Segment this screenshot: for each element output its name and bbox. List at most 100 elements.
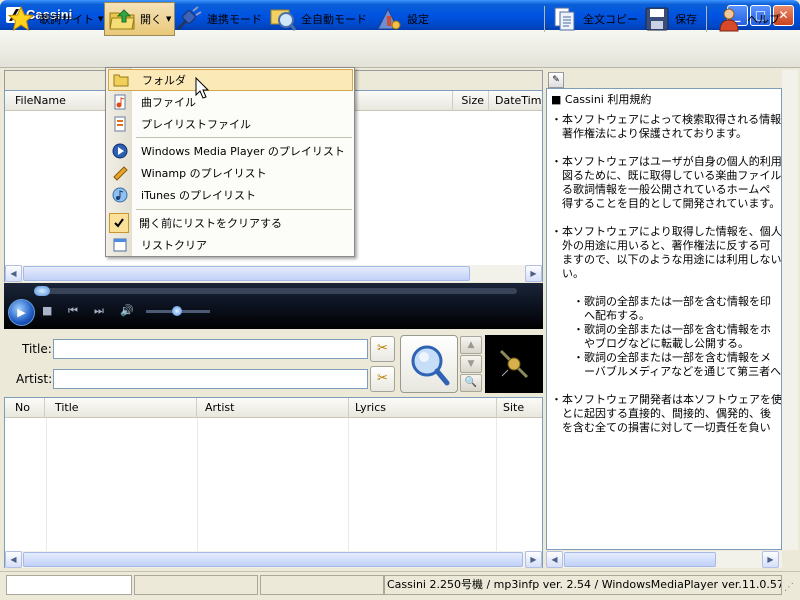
- status-progress: [6, 575, 132, 595]
- checkmark-icon: [109, 213, 129, 233]
- terms-line: [551, 281, 777, 295]
- scroll-left-button[interactable]: ◀: [546, 551, 563, 568]
- volume-slider[interactable]: [146, 306, 210, 316]
- column-divider: [197, 418, 198, 552]
- pin-icon: ✎: [552, 75, 560, 85]
- prev-search-button[interactable]: ▲: [460, 336, 482, 354]
- pin-button[interactable]: ✎: [548, 72, 564, 88]
- toolbar-separator: [706, 6, 707, 32]
- toolbar-separator: [544, 6, 545, 32]
- menu-item-clear-list[interactable]: リストクリア: [108, 234, 353, 256]
- terms-hscrollbar[interactable]: ◀ ▶: [546, 551, 782, 568]
- resize-grip-icon[interactable]: ⋰: [784, 582, 794, 593]
- seek-bar[interactable]: [34, 286, 517, 296]
- terms-line: を含む全ての損害に対して一切責任を負い: [551, 421, 771, 434]
- save-label: 保存: [675, 13, 697, 26]
- terms-line: ・本ソフトウェアはユーザが自身の個人的利用: [551, 155, 782, 168]
- scroll-left-button[interactable]: ◀: [5, 265, 22, 282]
- menu-separator: [136, 209, 352, 210]
- menu-item-label: リストクリア: [141, 239, 207, 252]
- scroll-right-button[interactable]: ▶: [762, 551, 779, 568]
- clear-list-icon: [109, 235, 131, 255]
- save-button[interactable]: 保存: [640, 2, 700, 36]
- scissors-icon: ✂: [377, 341, 388, 356]
- auto-mode-button[interactable]: 全自動モード: [266, 2, 370, 36]
- scrollbar-thumb[interactable]: [564, 552, 716, 567]
- terms-line: 著作権法により保護されております。: [551, 127, 748, 140]
- arrow-left-icon: ◀: [551, 555, 558, 564]
- plug-icon: [175, 5, 203, 33]
- terms-line: ・歌詞の全部または一部を含む情報を印: [551, 295, 771, 308]
- scrollbar-thumb[interactable]: [23, 552, 523, 567]
- column-header-site[interactable]: Site: [497, 398, 543, 418]
- column-header-title[interactable]: Title: [49, 398, 197, 418]
- menu-item-clear-before-open[interactable]: 開く前にリストをクリアする: [108, 212, 353, 234]
- open-dropdown-menu: フォルダ 曲ファイル プレイリストファイル Windows Media Play…: [105, 67, 355, 257]
- menu-item-wmp-playlist[interactable]: Windows Media Player のプレイリスト: [108, 140, 353, 162]
- terms-line: とに起因する直接的、間接的、偶発的、後: [551, 407, 771, 420]
- terms-vscrollbar[interactable]: [782, 70, 798, 550]
- menu-item-itunes-playlist[interactable]: iTunes のプレイリスト: [108, 184, 353, 206]
- menu-item-playlist-file[interactable]: プレイリストファイル: [108, 113, 353, 135]
- mouse-cursor-icon: [195, 76, 210, 99]
- stop-icon: ■: [42, 304, 53, 317]
- menu-item-song-file[interactable]: 曲ファイル: [108, 91, 353, 113]
- up-arrow-icon: ▲: [467, 340, 475, 350]
- terms-line: ますので、以下のような用途には利用しない: [551, 253, 782, 266]
- open-folder-icon: [108, 5, 136, 33]
- help-button[interactable]: ヘルプ: [712, 2, 783, 36]
- terms-toolbar: ✎: [546, 70, 784, 90]
- track-list[interactable]: No Title Artist Lyrics Site ◀ ▶: [4, 397, 543, 568]
- terms-text-area[interactable]: ■ Cassini 利用規約 ・本ソフトウェアによって検索取得される情報( 著作…: [546, 88, 782, 550]
- artist-label: Artist:: [16, 372, 53, 386]
- previous-button[interactable]: ⏮: [68, 304, 78, 318]
- menu-item-folder[interactable]: フォルダ: [108, 69, 353, 91]
- mute-button[interactable]: 🔊: [120, 304, 134, 317]
- open-button[interactable]: 開く ▼: [104, 2, 176, 36]
- volume-knob[interactable]: [172, 306, 182, 316]
- copy-all-label: 全文コピー: [583, 13, 638, 26]
- arrow-right-icon: ▶: [530, 555, 537, 564]
- settings-button[interactable]: 設定: [372, 2, 432, 36]
- title-input[interactable]: [53, 339, 368, 359]
- seek-knob[interactable]: [34, 286, 50, 296]
- next-button[interactable]: ⏭: [94, 304, 104, 318]
- small-search-button[interactable]: 🔍: [460, 374, 482, 392]
- search-magnifier-icon: [407, 341, 451, 390]
- column-header-lyrics[interactable]: Lyrics: [349, 398, 497, 418]
- winamp-icon: [109, 163, 131, 183]
- lyrics-site-button[interactable]: 歌詞サイト ▼: [4, 2, 106, 36]
- search-button[interactable]: [400, 335, 458, 393]
- column-header-datetime[interactable]: DateTim: [489, 91, 543, 111]
- menu-item-label: フォルダ: [142, 74, 186, 87]
- artist-clear-button[interactable]: ✂: [370, 366, 395, 392]
- artist-input[interactable]: [53, 369, 368, 389]
- scroll-left-button[interactable]: ◀: [5, 551, 22, 568]
- terms-heading: ■ Cassini 利用規約: [551, 93, 652, 106]
- stop-button[interactable]: ■: [42, 304, 52, 317]
- title-clear-button[interactable]: ✂: [370, 336, 395, 362]
- column-header-artist[interactable]: Artist: [199, 398, 349, 418]
- menu-item-winamp-playlist[interactable]: Winamp のプレイリスト: [108, 162, 353, 184]
- column-divider: [348, 418, 349, 552]
- arrow-right-icon: ▶: [767, 555, 774, 564]
- track-list-hscrollbar[interactable]: ◀ ▶: [5, 551, 542, 568]
- terms-line: [551, 379, 777, 393]
- file-list-hscrollbar[interactable]: ◀ ▶: [5, 265, 542, 282]
- copy-all-button[interactable]: 全文コピー: [548, 2, 641, 36]
- column-header-size[interactable]: Size: [453, 91, 489, 111]
- terms-line: る歌詞情報を一般公開されているホームペ: [551, 183, 771, 196]
- scroll-right-button[interactable]: ▶: [525, 551, 542, 568]
- folder-icon: [110, 70, 132, 90]
- link-mode-button[interactable]: 連携モード: [172, 2, 265, 36]
- scrollbar-thumb[interactable]: [23, 266, 470, 281]
- help-label: ヘルプ: [747, 13, 780, 26]
- column-header-no[interactable]: No: [9, 398, 45, 418]
- play-button[interactable]: ▶: [8, 299, 35, 326]
- scroll-right-button[interactable]: ▶: [525, 265, 542, 282]
- next-search-button[interactable]: ▼: [460, 355, 482, 373]
- terms-line: へ配布する。: [551, 309, 650, 322]
- itunes-icon: [109, 185, 131, 205]
- terms-line: やブログなどに転載し公開する。: [551, 337, 749, 350]
- terms-body: ・本ソフトウェアによって検索取得される情報( 著作権法により保護されております。…: [551, 113, 782, 435]
